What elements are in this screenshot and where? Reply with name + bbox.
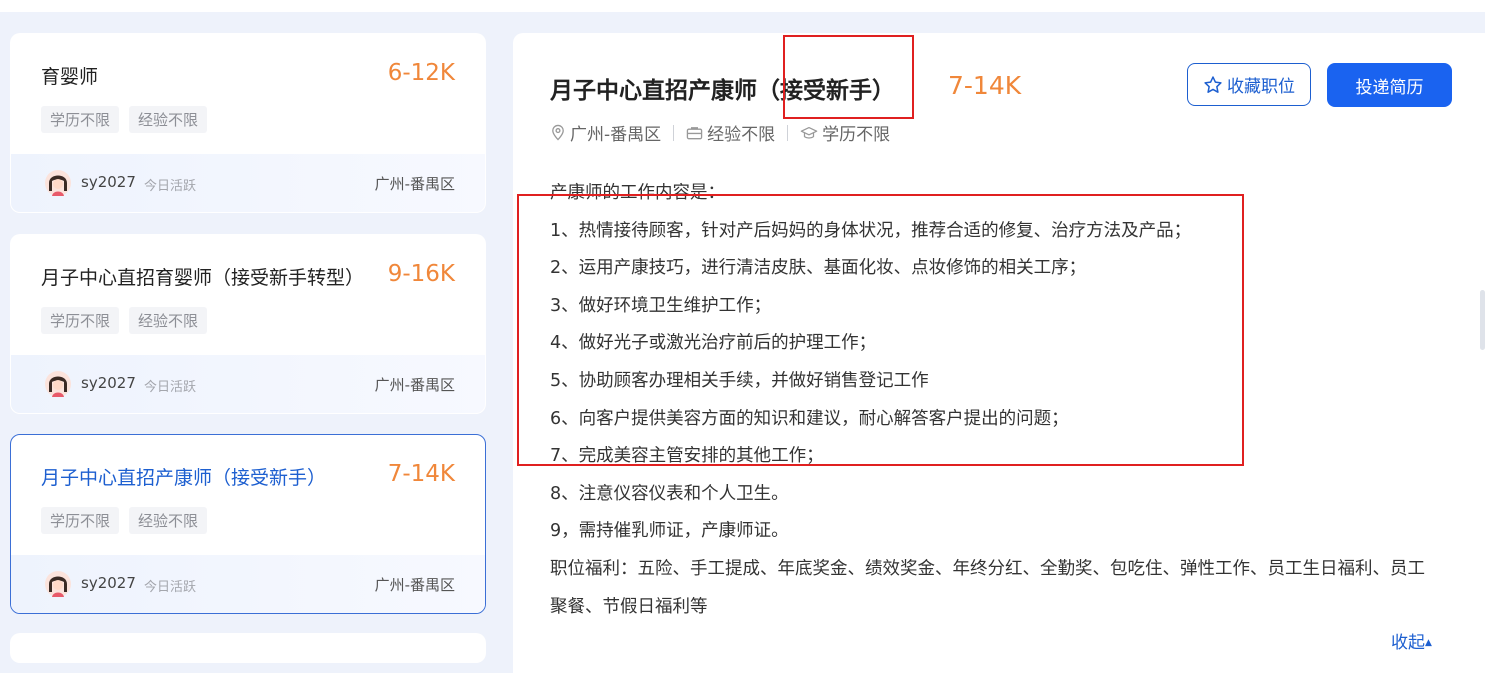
meta-experience-text: 经验不限	[707, 125, 776, 145]
job-card-active[interactable]: 月子中心直招产康师（接受新手） 7-14K 学历不限 经验不限 sy2027 今…	[10, 434, 486, 614]
hr-status: 今日活跃	[144, 380, 197, 395]
meta-experience: 经验不限	[686, 120, 775, 145]
job-title: 月子中心直招产康师（接受新手）	[41, 467, 327, 489]
collapse-toggle[interactable]: 收起▲	[1391, 628, 1432, 653]
hr-status: 今日活跃	[144, 179, 197, 194]
description-line: 9，需持催乳师证，产康师证。	[550, 521, 789, 542]
description-line: 3、做好环境卫生维护工作；	[550, 295, 772, 316]
collapse-label: 收起	[1391, 633, 1425, 653]
job-title: 月子中心直招育婴师（接受新手转型）	[41, 267, 365, 289]
tag-education: 学历不限	[41, 106, 120, 133]
description-line: 6、向客户提供美容方面的知识和建议，耐心解答客户提出的问题；	[550, 408, 1069, 429]
description-line: 4、做好光子或激光治疗前后的护理工作；	[550, 333, 877, 354]
job-tags: 学历不限 经验不限	[41, 106, 208, 133]
job-tags: 学历不限 经验不限	[41, 307, 208, 334]
job-description: 产康师的工作内容是： 1、热情接待顾客，针对产后妈妈的身体状况，推荐合适的修复、…	[550, 175, 1430, 626]
briefcase-icon	[686, 126, 703, 139]
job-card-footer: sy2027 今日活跃 广州-番禺区	[11, 154, 485, 212]
tag-education: 学历不限	[41, 507, 120, 534]
description-line: 1、热情接待顾客，针对产后妈妈的身体状况，推荐合适的修复、治疗方法及产品；	[550, 220, 1192, 241]
hr-name: sy2027	[81, 574, 136, 592]
job-detail-panel: 月子中心直招产康师（接受新手） 7-14K 收藏职位 投递简历 广州-番禺区 经…	[513, 33, 1485, 673]
apply-resume-button[interactable]: 投递简历	[1327, 63, 1452, 107]
tag-education: 学历不限	[41, 307, 120, 334]
star-icon	[1204, 75, 1222, 93]
divider	[673, 124, 675, 141]
meta-location-text: 广州-番禺区	[570, 125, 662, 145]
apply-label: 投递简历	[1355, 77, 1424, 98]
job-card[interactable]: 月子中心直招育婴师（接受新手转型） 9-16K 学历不限 经验不限 sy2027…	[10, 234, 486, 414]
graduation-cap-icon	[800, 126, 818, 139]
avatar	[45, 170, 71, 196]
favorite-label: 收藏职位	[1227, 77, 1295, 97]
hr-name: sy2027	[81, 374, 136, 392]
meta-location: 广州-番禺区	[550, 120, 661, 145]
detail-title: 月子中心直招产康师（接受新手）	[550, 78, 895, 104]
job-salary: 7-14K	[387, 461, 455, 487]
scrollbar[interactable]	[1480, 290, 1485, 350]
job-card-footer: sy2027 今日活跃 广州-番禺区	[11, 355, 485, 413]
job-city: 广州-番禺区	[374, 175, 455, 193]
description-line: 2、运用产康技巧，进行清洁皮肤、基面化妆、点妆修饰的相关工序；	[550, 258, 1087, 279]
avatar	[45, 571, 71, 597]
job-tags: 学历不限 经验不限	[41, 507, 208, 534]
description-line: 产康师的工作内容是：	[550, 183, 725, 203]
job-salary: 6-12K	[387, 60, 455, 86]
benefits-line: 职位福利：五险、手工提成、年底奖金、绩效奖金、年终分红、全勤奖、包吃住、弹性工作…	[550, 558, 1425, 617]
description-line: 8、注意仪容仪表和个人卫生。	[550, 483, 789, 504]
location-pin-icon	[552, 124, 564, 141]
tag-experience: 经验不限	[129, 307, 208, 334]
tag-experience: 经验不限	[129, 507, 208, 534]
job-city: 广州-番禺区	[374, 576, 455, 594]
job-city: 广州-番禺区	[374, 376, 455, 394]
caret-up-icon: ▲	[1425, 638, 1432, 648]
divider	[787, 124, 789, 141]
description-line: 5、协助顾客办理相关手续，并做好销售登记工作	[550, 370, 929, 391]
detail-salary: 7-14K	[948, 71, 1022, 100]
avatar	[45, 371, 71, 397]
tag-experience: 经验不限	[129, 106, 208, 133]
job-card-footer: sy2027 今日活跃 广州-番禺区	[11, 555, 485, 613]
hr-name: sy2027	[81, 173, 136, 191]
job-card-partial[interactable]	[10, 633, 486, 663]
top-bar	[0, 0, 1485, 12]
job-title: 育婴师	[41, 66, 99, 88]
description-line: 7、完成美容主管安排的其他工作；	[550, 446, 824, 467]
job-card[interactable]: 育婴师 6-12K 学历不限 经验不限 sy2027 今日活跃 广州-番禺区	[10, 33, 486, 213]
meta-education-text: 学历不限	[822, 125, 891, 145]
favorite-job-button[interactable]: 收藏职位	[1187, 63, 1311, 106]
job-salary: 9-16K	[387, 261, 455, 287]
hr-status: 今日活跃	[144, 580, 197, 595]
meta-education: 学历不限	[800, 120, 890, 145]
job-meta: 广州-番禺区 经验不限 学历不限	[550, 120, 890, 145]
